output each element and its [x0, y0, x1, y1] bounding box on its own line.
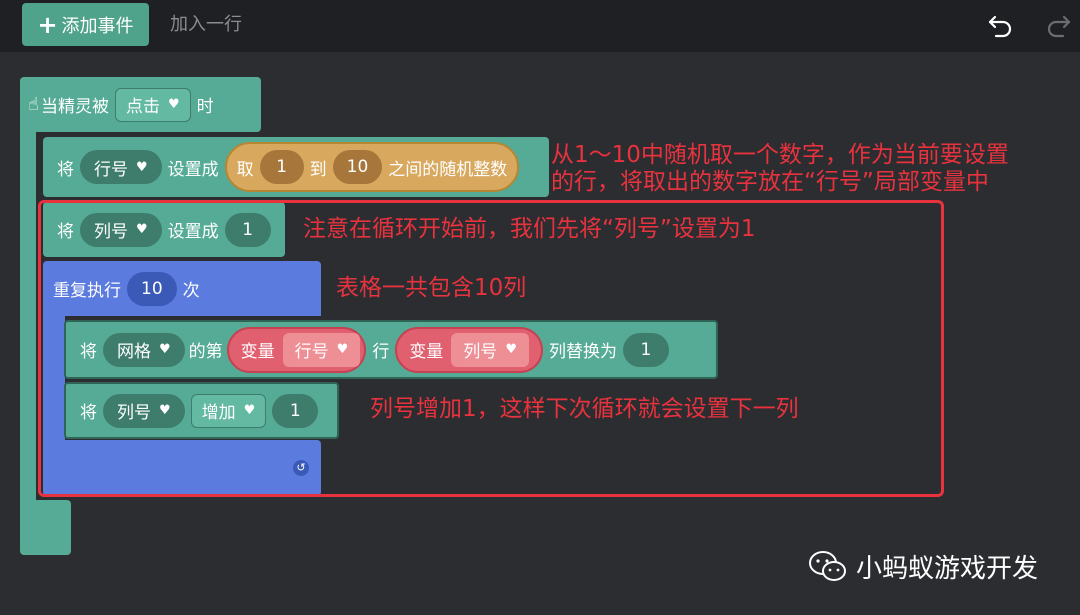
annotation-random-line2: 的行，将取出的数字放在“行号”局部变量中 — [551, 169, 989, 195]
dropdown-icon: ♥ — [136, 159, 148, 175]
random-to-input[interactable]: 10 — [332, 150, 383, 184]
random-int-block[interactable]: 取 1 到 10 之间的随机整数 — [224, 142, 520, 192]
set-to-label: 设置成 — [167, 159, 219, 180]
event-option-value: 点击 — [125, 97, 160, 117]
add-event-label: 添加事件 — [61, 15, 134, 37]
plus-icon: + — [37, 10, 58, 39]
event-option-dropdown[interactable]: 点击 ♥ — [114, 87, 191, 122]
random-take-label: 取 — [236, 159, 254, 180]
highlight-box — [38, 200, 944, 497]
set-label: 将 — [57, 159, 74, 180]
dropdown-icon: ♥ — [167, 97, 180, 112]
event-block[interactable]: ☝ 当精灵被 点击 ♥ 时 — [20, 77, 261, 132]
set-row-block[interactable]: 将 行号 ♥ 设置成 取 1 到 10 之间的随机整数 — [43, 137, 549, 197]
row-var-dropdown[interactable]: 行号 ♥ — [80, 150, 162, 184]
random-to-label: 到 — [309, 159, 327, 180]
event-end-cap[interactable] — [20, 500, 71, 555]
random-from-input[interactable]: 1 — [259, 150, 304, 184]
random-between-label: 之间的随机整数 — [388, 159, 508, 180]
add-row-button[interactable]: 加入一行 — [170, 12, 242, 38]
undo-icon[interactable] — [986, 10, 1016, 40]
redo-icon[interactable] — [1043, 10, 1073, 40]
watermark-text: 小蚂蚁游戏开发 — [856, 554, 1039, 584]
hand-pointer-icon: ☝ — [28, 94, 39, 115]
watermark: 小蚂蚁游戏开发 — [808, 548, 1038, 585]
annotation-ten-cols: 表格一共包含10列 — [336, 275, 527, 301]
row-var-value: 行号 — [94, 159, 128, 180]
event-spine — [20, 128, 36, 508]
annotation-init-col: 注意在循环开始前，我们先将“列号”设置为1 — [303, 216, 756, 242]
wechat-icon — [809, 550, 846, 581]
add-event-button[interactable]: + 添加事件 — [22, 3, 149, 46]
top-toolbar: + 添加事件 加入一行 — [0, 0, 1080, 52]
annotation-increment: 列号增加1，这样下次循环就会设置下一列 — [370, 396, 799, 422]
event-suffix: 时 — [196, 97, 214, 117]
annotation-random-line1: 从1～10中随机取一个数字，作为当前要设置 — [551, 142, 1009, 168]
event-prefix: 当精灵被 — [40, 97, 109, 117]
